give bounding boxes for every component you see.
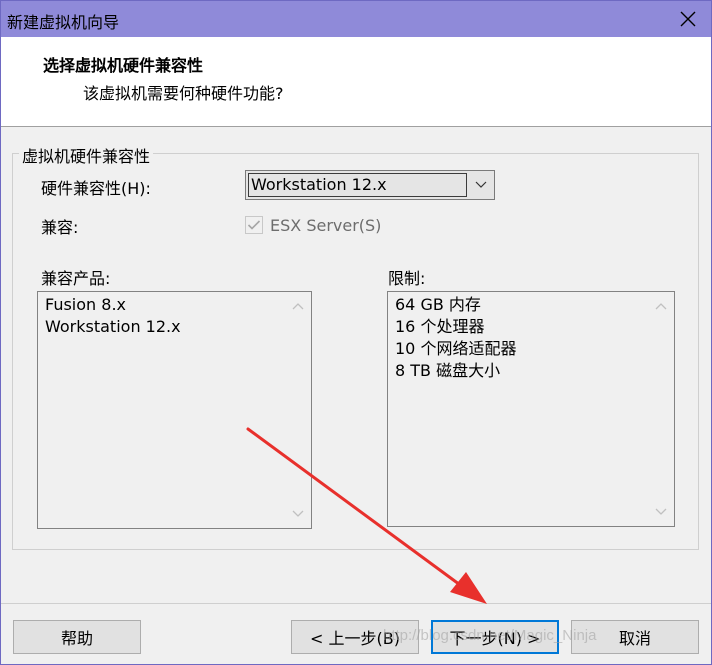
checkmark-icon	[247, 220, 261, 230]
watermark: http://blog.csdn.net/Magic_Ninja	[383, 627, 597, 644]
chevron-down-icon	[475, 181, 487, 188]
products-label: 兼容产品:	[41, 269, 111, 288]
wizard-window: 新建虚拟机向导 选择虚拟机硬件兼容性 该虚拟机需要何种硬件功能? 虚拟机硬件兼容…	[0, 0, 712, 665]
window-title: 新建虚拟机向导	[7, 13, 120, 32]
list-item[interactable]: 10 个网络适配器	[395, 338, 516, 360]
list-item[interactable]: 16 个处理器	[395, 316, 516, 338]
limits-list[interactable]: 64 GB 内存 16 个处理器 10 个网络适配器 8 TB 磁盘大小	[387, 291, 675, 527]
scroll-up-button[interactable]	[285, 294, 311, 318]
chevron-up-icon	[292, 303, 304, 310]
chevron-down-icon	[292, 510, 304, 517]
compatible-label: 兼容:	[41, 218, 79, 237]
scrollbar[interactable]	[648, 292, 674, 526]
hw-compat-label: 硬件兼容性(H):	[41, 179, 151, 198]
scrollbar[interactable]	[285, 292, 311, 528]
list-item[interactable]: Workstation 12.x	[45, 316, 181, 338]
hw-compat-value: Workstation 12.x	[248, 173, 467, 197]
list-item[interactable]: 64 GB 内存	[395, 294, 516, 316]
scroll-up-button[interactable]	[648, 294, 674, 318]
list-item[interactable]: Fusion 8.x	[45, 294, 181, 316]
wizard-header: 选择虚拟机硬件兼容性 该虚拟机需要何种硬件功能?	[1, 37, 711, 127]
close-button[interactable]	[665, 1, 711, 37]
scroll-down-button[interactable]	[648, 500, 674, 524]
title-bar[interactable]: 新建虚拟机向导	[1, 1, 711, 37]
footer-divider	[1, 603, 711, 604]
chevron-up-icon	[655, 303, 667, 310]
page-title: 选择虚拟机硬件兼容性	[43, 56, 204, 75]
limits-label: 限制:	[388, 269, 426, 288]
dropdown-button[interactable]	[468, 171, 494, 199]
hw-compat-select[interactable]: Workstation 12.x	[245, 170, 495, 200]
esx-label[interactable]: ESX Server(S)	[270, 216, 381, 235]
help-button[interactable]: 帮助	[13, 620, 141, 654]
close-icon	[680, 11, 696, 27]
products-list[interactable]: Fusion 8.x Workstation 12.x	[37, 291, 312, 529]
page-subtitle: 该虚拟机需要何种硬件功能?	[83, 84, 284, 103]
group-legend: 虚拟机硬件兼容性	[19, 143, 154, 167]
scroll-down-button[interactable]	[285, 502, 311, 526]
list-item[interactable]: 8 TB 磁盘大小	[395, 360, 516, 382]
esx-checkbox[interactable]	[245, 216, 263, 234]
chevron-down-icon	[655, 508, 667, 515]
